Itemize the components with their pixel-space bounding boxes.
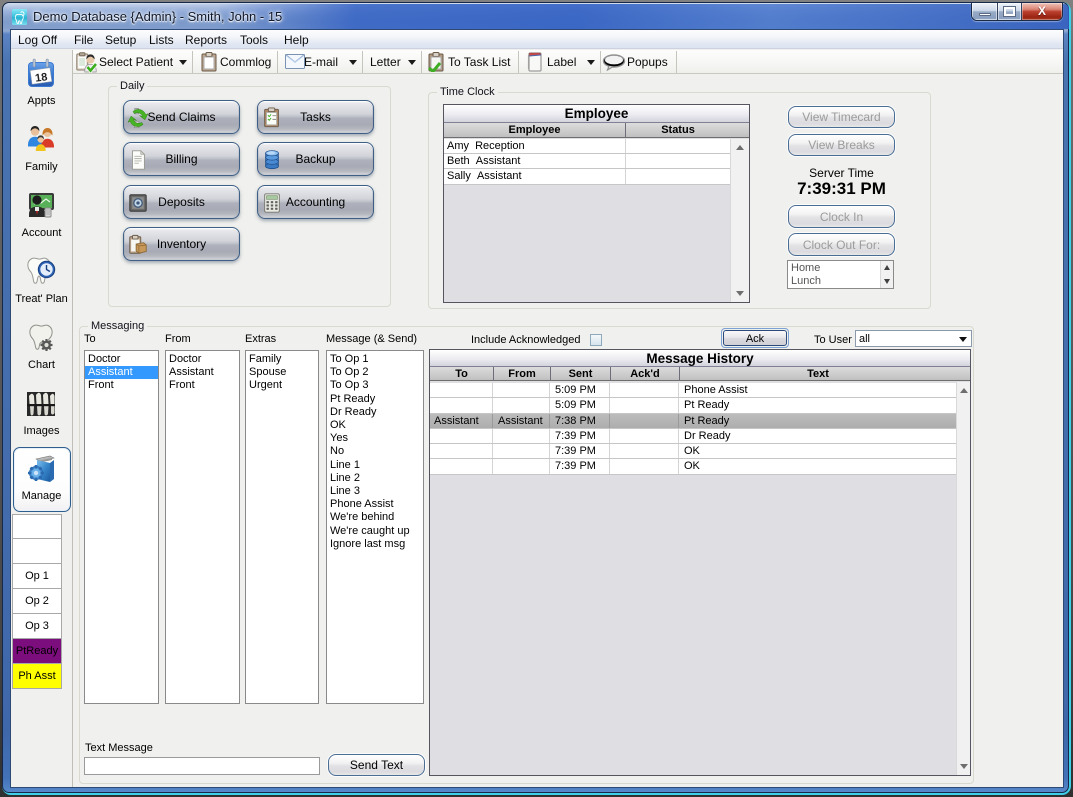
svg-text:18: 18 (34, 71, 48, 85)
